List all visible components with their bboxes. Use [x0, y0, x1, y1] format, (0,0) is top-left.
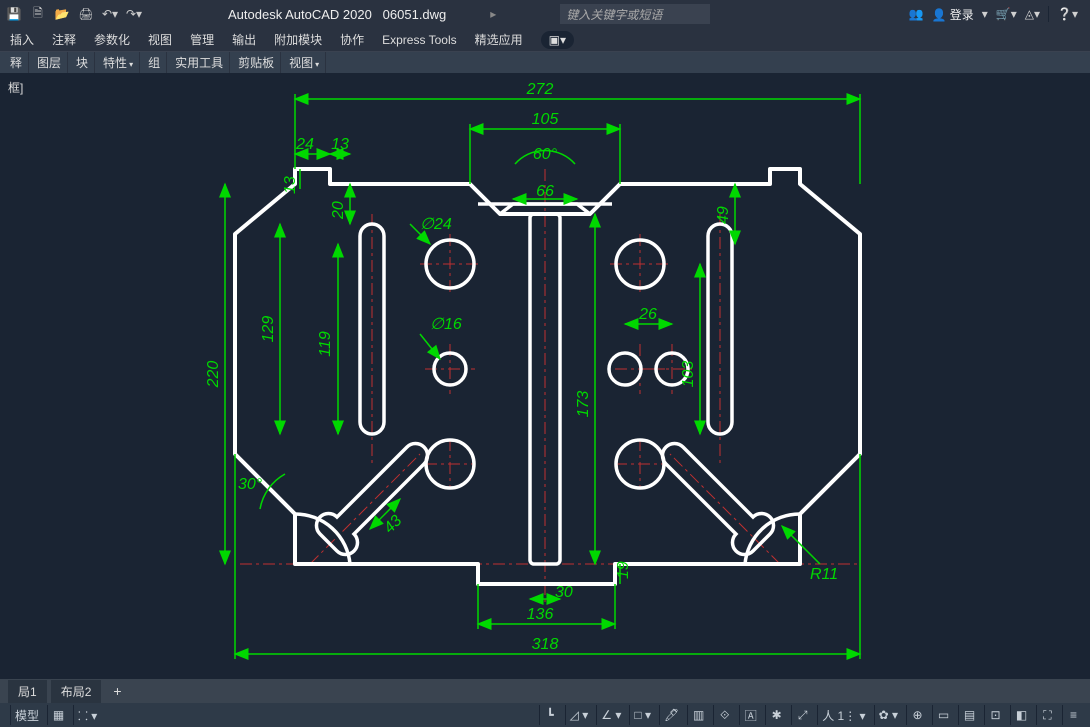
menu-express[interactable]: Express Tools [382, 33, 456, 47]
ribbon-panels: 释 图层 块 特性▾ 组 实用工具 剪贴板 视图▾ [0, 52, 1090, 74]
svg-text:∅24: ∅24 [420, 216, 452, 233]
svg-text:173: 173 [575, 391, 592, 418]
svg-text:129: 129 [260, 316, 277, 343]
osnap-icon[interactable]: □ ▾ [629, 705, 655, 725]
svg-text:13: 13 [331, 136, 349, 153]
polar-icon[interactable]: ◿ ▾ [565, 705, 593, 725]
save-icon[interactable]: 💾 [4, 4, 24, 24]
menu-addins[interactable]: 附加模块 [274, 31, 322, 48]
annot-auto-icon[interactable]: ⤢ [791, 705, 813, 725]
customize-icon[interactable]: ≡ [1062, 705, 1084, 725]
svg-text:26: 26 [638, 306, 657, 323]
help-icon[interactable]: ❔▾ [1057, 7, 1078, 21]
svg-text:318: 318 [532, 636, 559, 653]
svg-text:119: 119 [317, 331, 334, 357]
menu-manage[interactable]: 管理 [190, 31, 214, 48]
search-arrow-icon: ▸ [490, 7, 496, 21]
menubar: 插入 注释 参数化 视图 管理 输出 附加模块 协作 Express Tools… [0, 28, 1090, 52]
menu-featured[interactable]: 精选应用 [475, 31, 523, 48]
lock-ui-icon[interactable]: ⊡ [984, 705, 1006, 725]
ortho-icon[interactable]: ┗ [539, 705, 561, 725]
svg-text:∅16: ∅16 [430, 316, 462, 333]
svg-text:R11: R11 [810, 566, 838, 583]
svg-text:105: 105 [532, 111, 559, 128]
save-as-icon[interactable]: 🗎 [28, 4, 48, 24]
autodesk-app-icon[interactable]: ◬▾ [1025, 7, 1040, 21]
menu-parametric[interactable]: 参数化 [94, 31, 130, 48]
transparency-icon[interactable]: ▥ [687, 705, 709, 725]
menu-output[interactable]: 输出 [232, 31, 256, 48]
login-button[interactable]: 👤 登录 [931, 6, 973, 23]
statusbar: 模型 ▦ ⸬ ▾ ┗ ◿ ▾ ∠ ▾ □ ▾ 🖊 ▥ ⟐ 🄰 ✱ ⤢ 人 1⋮ … [0, 703, 1090, 727]
menu-annotate[interactable]: 注释 [52, 31, 76, 48]
panel-utilities[interactable]: 实用工具 [169, 52, 230, 73]
menu-collaborate[interactable]: 协作 [340, 31, 364, 48]
search-input[interactable]: 键入关键字或短语 [560, 4, 710, 24]
panel-view[interactable]: 视图▾ [283, 52, 326, 73]
svg-text:20: 20 [330, 201, 347, 220]
login-dropdown-icon[interactable]: ▾ [982, 7, 988, 21]
cycling-icon[interactable]: ⟐ [713, 705, 735, 725]
open-icon[interactable]: 📂 [52, 4, 72, 24]
svg-text:19: 19 [615, 561, 632, 579]
lineweight-icon[interactable]: 🖊 [659, 705, 683, 725]
workspace-icon[interactable]: ✿ ▾ [874, 705, 902, 725]
panel-properties[interactable]: 特性▾ [97, 52, 140, 73]
panel-select[interactable]: 释 [4, 52, 29, 73]
layout-tabs: 局1 布局2 + [0, 679, 1090, 703]
clean-screen-icon[interactable]: ⛶ [1036, 705, 1058, 725]
cart-icon[interactable]: 🛒▾ [996, 7, 1017, 21]
tab-layout1[interactable]: 局1 [8, 680, 47, 703]
units-icon[interactable]: ▭ [932, 705, 954, 725]
drawing-canvas[interactable]: 框] [0, 74, 1090, 679]
svg-text:136: 136 [527, 606, 554, 623]
grid-icon[interactable]: ▦ [47, 705, 69, 725]
app-title: Autodesk AutoCAD 2020 06051.dwg [228, 7, 446, 22]
svg-text:60°: 60° [533, 146, 558, 163]
titlebar: 💾 🗎 📂 🖨 ↶▾ ↷▾ Autodesk AutoCAD 2020 0605… [0, 0, 1090, 28]
annot-vis-icon[interactable]: ✱ [765, 705, 787, 725]
svg-text:220: 220 [205, 361, 222, 389]
frame-label: 框] [8, 79, 23, 96]
menu-view[interactable]: 视图 [148, 31, 172, 48]
model-button[interactable]: 模型 [10, 705, 43, 725]
svg-text:272: 272 [526, 81, 554, 98]
panel-group[interactable]: 组 [142, 52, 167, 73]
scale-list-icon[interactable]: 人 1⋮ ▾ [817, 705, 869, 725]
iso-icon[interactable]: ◧ [1010, 705, 1032, 725]
svg-text:30°: 30° [238, 476, 263, 493]
svg-text:49: 49 [715, 206, 732, 224]
panel-block[interactable]: 块 [70, 52, 95, 73]
menu-insert[interactable]: 插入 [10, 31, 34, 48]
svg-text:43: 43 [381, 512, 406, 537]
annot-scale-icon[interactable]: 🄰 [739, 705, 761, 725]
quick-props-icon[interactable]: ▤ [958, 705, 980, 725]
snap-icon[interactable]: ⸬ ▾ [73, 705, 101, 725]
tab-add[interactable]: + [105, 680, 129, 702]
infocenter-icon[interactable]: 👥 [909, 7, 924, 21]
svg-text:30: 30 [555, 584, 573, 601]
panel-clipboard[interactable]: 剪贴板 [232, 52, 281, 73]
isodraft-icon[interactable]: ∠ ▾ [596, 705, 625, 725]
svg-text:24: 24 [295, 136, 314, 153]
panel-layers[interactable]: 图层 [31, 52, 68, 73]
plot-icon[interactable]: 🖨 [76, 4, 96, 24]
undo-icon[interactable]: ↶▾ [100, 4, 120, 24]
redo-icon[interactable]: ↷▾ [124, 4, 144, 24]
svg-text:66: 66 [536, 183, 554, 200]
svg-text:13: 13 [282, 176, 299, 194]
svg-text:103: 103 [680, 361, 697, 388]
menu-toggle-icon[interactable]: ▣▾ [541, 31, 574, 49]
annotation-monitor-icon[interactable]: ⊕ [906, 705, 928, 725]
tab-layout2[interactable]: 布局2 [51, 680, 102, 703]
